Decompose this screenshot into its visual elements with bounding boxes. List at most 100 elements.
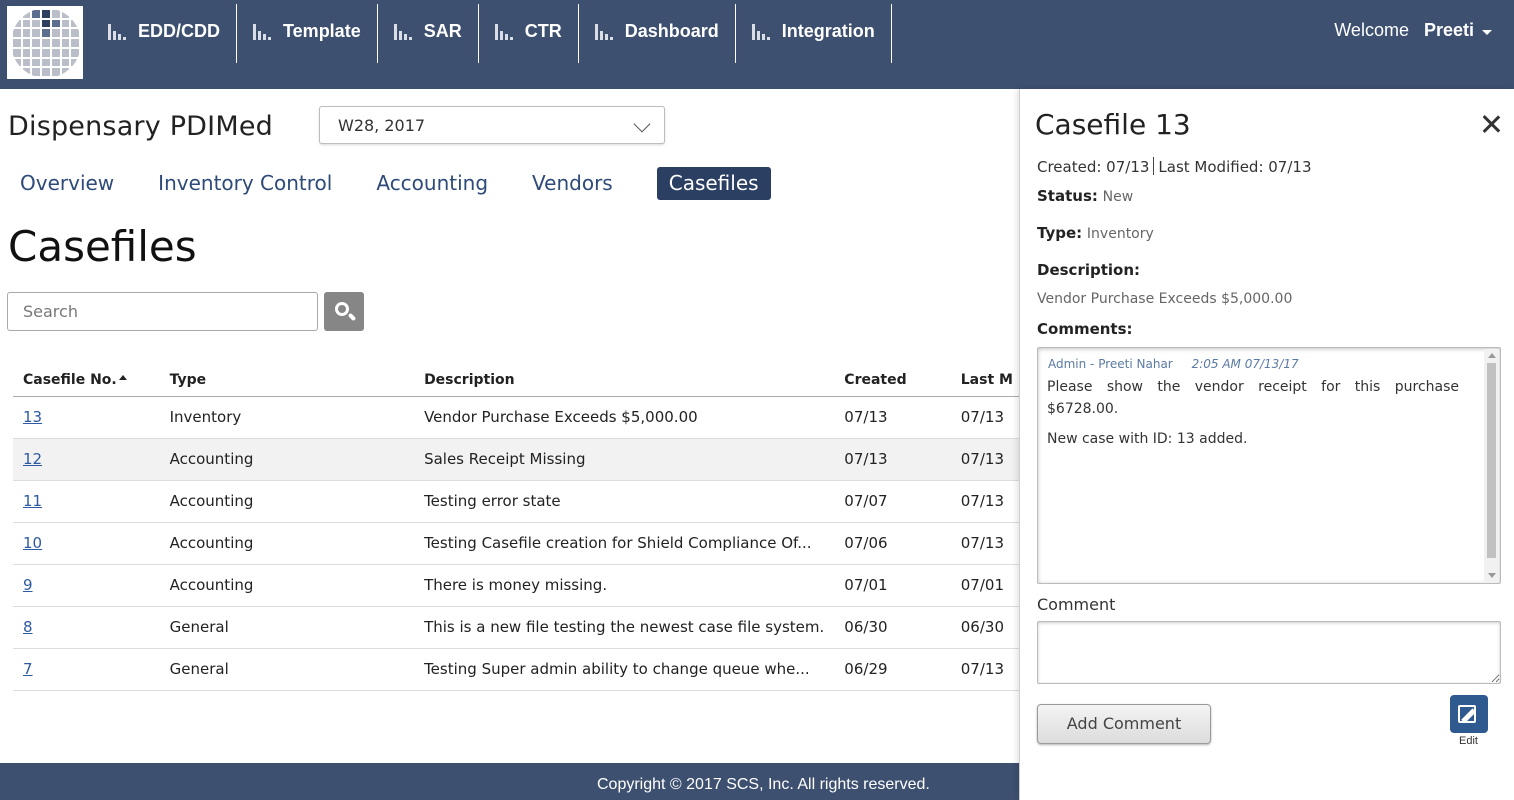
description-value: Vendor Purchase Exceeds $5,000.00 [1037, 291, 1293, 307]
comments-label: Comments: [1037, 320, 1133, 338]
casefile-link[interactable]: 11 [23, 492, 42, 510]
column-header-last-modified[interactable]: Last M [950, 354, 1023, 397]
description-label: Description: [1037, 261, 1141, 279]
scroll-down-icon[interactable] [1488, 573, 1496, 578]
cell-created: 07/06 [834, 522, 951, 565]
nav-label: CTR [524, 21, 562, 41]
table-row[interactable]: 12 Accounting Sales Receipt Missing 07/1… [13, 438, 1023, 481]
company-logo[interactable] [7, 6, 83, 79]
scrollbar-thumb[interactable] [1487, 363, 1496, 558]
nav-item-template[interactable]: Template [237, 4, 378, 63]
nav-label: Integration [781, 21, 875, 41]
casefile-link[interactable]: 12 [23, 450, 42, 468]
tab-accounting[interactable]: Accounting [364, 167, 500, 200]
comments-list[interactable]: Admin - Preeti Nahar 2:05 AM 07/13/17 Pl… [1037, 347, 1501, 584]
week-select[interactable]: W28, 2017 [319, 106, 665, 144]
nav-item-sar[interactable]: SAR [378, 4, 479, 63]
sort-ascending-icon [118, 374, 127, 380]
column-header-type[interactable]: Type [159, 354, 415, 397]
section-tabs: Overview Inventory Control Accounting Ve… [8, 167, 791, 200]
comment-header: Admin - Preeti Nahar 2:05 AM 07/13/17 [1048, 357, 1299, 371]
tab-overview[interactable]: Overview [8, 167, 126, 200]
casefile-dates: Created: 07/13 Last Modified: 07/13 [1037, 157, 1312, 176]
tab-inventory-control[interactable]: Inventory Control [146, 167, 344, 200]
casefile-link[interactable]: 13 [23, 408, 42, 426]
type-label: Type: [1037, 224, 1083, 242]
tab-vendors[interactable]: Vendors [520, 167, 625, 200]
week-select-value: W28, 2017 [338, 116, 426, 135]
description-value-row: Vendor Purchase Exceeds $5,000.00 [1037, 289, 1292, 307]
cell-last-modified: 07/13 [950, 480, 1023, 523]
user-menu[interactable]: Welcome Preeti [1334, 20, 1492, 41]
bar-chart-icon [393, 24, 412, 40]
cell-description: Testing Super admin ability to change qu… [414, 648, 835, 691]
main-nav: EDD/CDD Template SAR CTR Dashboard Integ… [92, 4, 892, 63]
bar-chart-icon [751, 24, 770, 40]
cell-description: Testing error state [414, 480, 835, 523]
comment-text: Please show the vendor receipt for this … [1047, 379, 1459, 417]
table-row[interactable]: 13 Inventory Vendor Purchase Exceeds $5,… [13, 396, 1023, 439]
column-header-description[interactable]: Description [414, 354, 835, 397]
status-field: Status: New [1037, 187, 1133, 205]
cell-type: General [159, 606, 415, 649]
user-name: Preeti [1423, 20, 1474, 40]
cell-last-modified: 07/13 [950, 396, 1023, 439]
casefile-detail-panel: Casefile 13 Created: 07/13 Last Modified:… [1019, 89, 1514, 800]
cell-created: 07/07 [834, 480, 951, 523]
cell-last-modified: 07/13 [950, 522, 1023, 565]
cell-description: There is money missing. [414, 564, 835, 607]
cell-description: Sales Receipt Missing [414, 438, 835, 481]
casefile-link[interactable]: 8 [23, 618, 33, 636]
table-row[interactable]: 11 Accounting Testing error state 07/07 … [13, 480, 1023, 523]
cell-created: 06/29 [834, 648, 951, 691]
comments-scrollbar[interactable] [1484, 349, 1499, 582]
nav-label: Template [283, 21, 361, 41]
add-comment-button[interactable]: Add Comment [1037, 704, 1211, 744]
cell-type: Inventory [159, 396, 415, 439]
status-label: Status: [1037, 187, 1098, 205]
comment-system-text: New case with ID: 13 added. [1047, 431, 1248, 447]
top-navbar: EDD/CDD Template SAR CTR Dashboard Integ… [0, 0, 1514, 89]
casefile-link[interactable]: 7 [23, 660, 33, 678]
cell-type: Accounting [159, 522, 415, 565]
tab-casefiles[interactable]: Casefiles [656, 167, 771, 200]
cell-last-modified: 07/01 [950, 564, 1023, 607]
scroll-up-icon[interactable] [1488, 353, 1496, 358]
logo-grid-icon [11, 8, 81, 78]
column-header-casefile-no[interactable]: Casefile No. [13, 354, 160, 397]
nav-item-ctr[interactable]: CTR [479, 4, 579, 63]
column-header-created[interactable]: Created [834, 354, 951, 397]
comment-textarea[interactable] [1037, 621, 1501, 684]
close-icon[interactable] [1480, 113, 1502, 135]
nav-item-integration[interactable]: Integration [736, 4, 892, 63]
bar-chart-icon [494, 24, 513, 40]
edit-button[interactable] [1450, 695, 1488, 733]
cell-last-modified: 07/13 [950, 438, 1023, 481]
cell-created: 07/13 [834, 438, 951, 481]
client-name: Dispensary PDIMed [8, 111, 273, 142]
bar-chart-icon [108, 24, 126, 40]
table-row[interactable]: 9 Accounting There is money missing. 07/… [13, 564, 1023, 607]
casefile-link[interactable]: 10 [23, 534, 42, 552]
caret-down-icon [1482, 29, 1492, 35]
nav-item-dashboard[interactable]: Dashboard [579, 4, 736, 63]
table-header-row: Casefile No. Type Description Created La… [13, 354, 1023, 397]
description-field: Description: [1037, 261, 1140, 279]
bar-chart-icon [253, 24, 272, 40]
copyright-text: Copyright © 2017 SCS, Inc. All rights re… [597, 776, 930, 793]
table-row[interactable]: 10 Accounting Testing Casefile creation … [13, 522, 1023, 565]
search-input[interactable] [7, 292, 318, 331]
cell-type: Accounting [159, 438, 415, 481]
search-button[interactable] [324, 292, 364, 331]
casefile-link[interactable]: 9 [23, 576, 33, 594]
table-row[interactable]: 8 General This is a new file testing the… [13, 606, 1023, 649]
cell-type: General [159, 648, 415, 691]
chevron-down-icon [633, 115, 651, 133]
welcome-text: Welcome [1334, 20, 1409, 40]
casefiles-table: Casefile No. Type Description Created La… [13, 354, 1023, 691]
cell-type: Accounting [159, 480, 415, 523]
panel-title: Casefile 13 [1035, 108, 1191, 141]
table-row[interactable]: 7 General Testing Super admin ability to… [13, 648, 1023, 691]
comment-field-label: Comment [1037, 595, 1116, 614]
nav-item-edd-cdd[interactable]: EDD/CDD [92, 4, 238, 63]
